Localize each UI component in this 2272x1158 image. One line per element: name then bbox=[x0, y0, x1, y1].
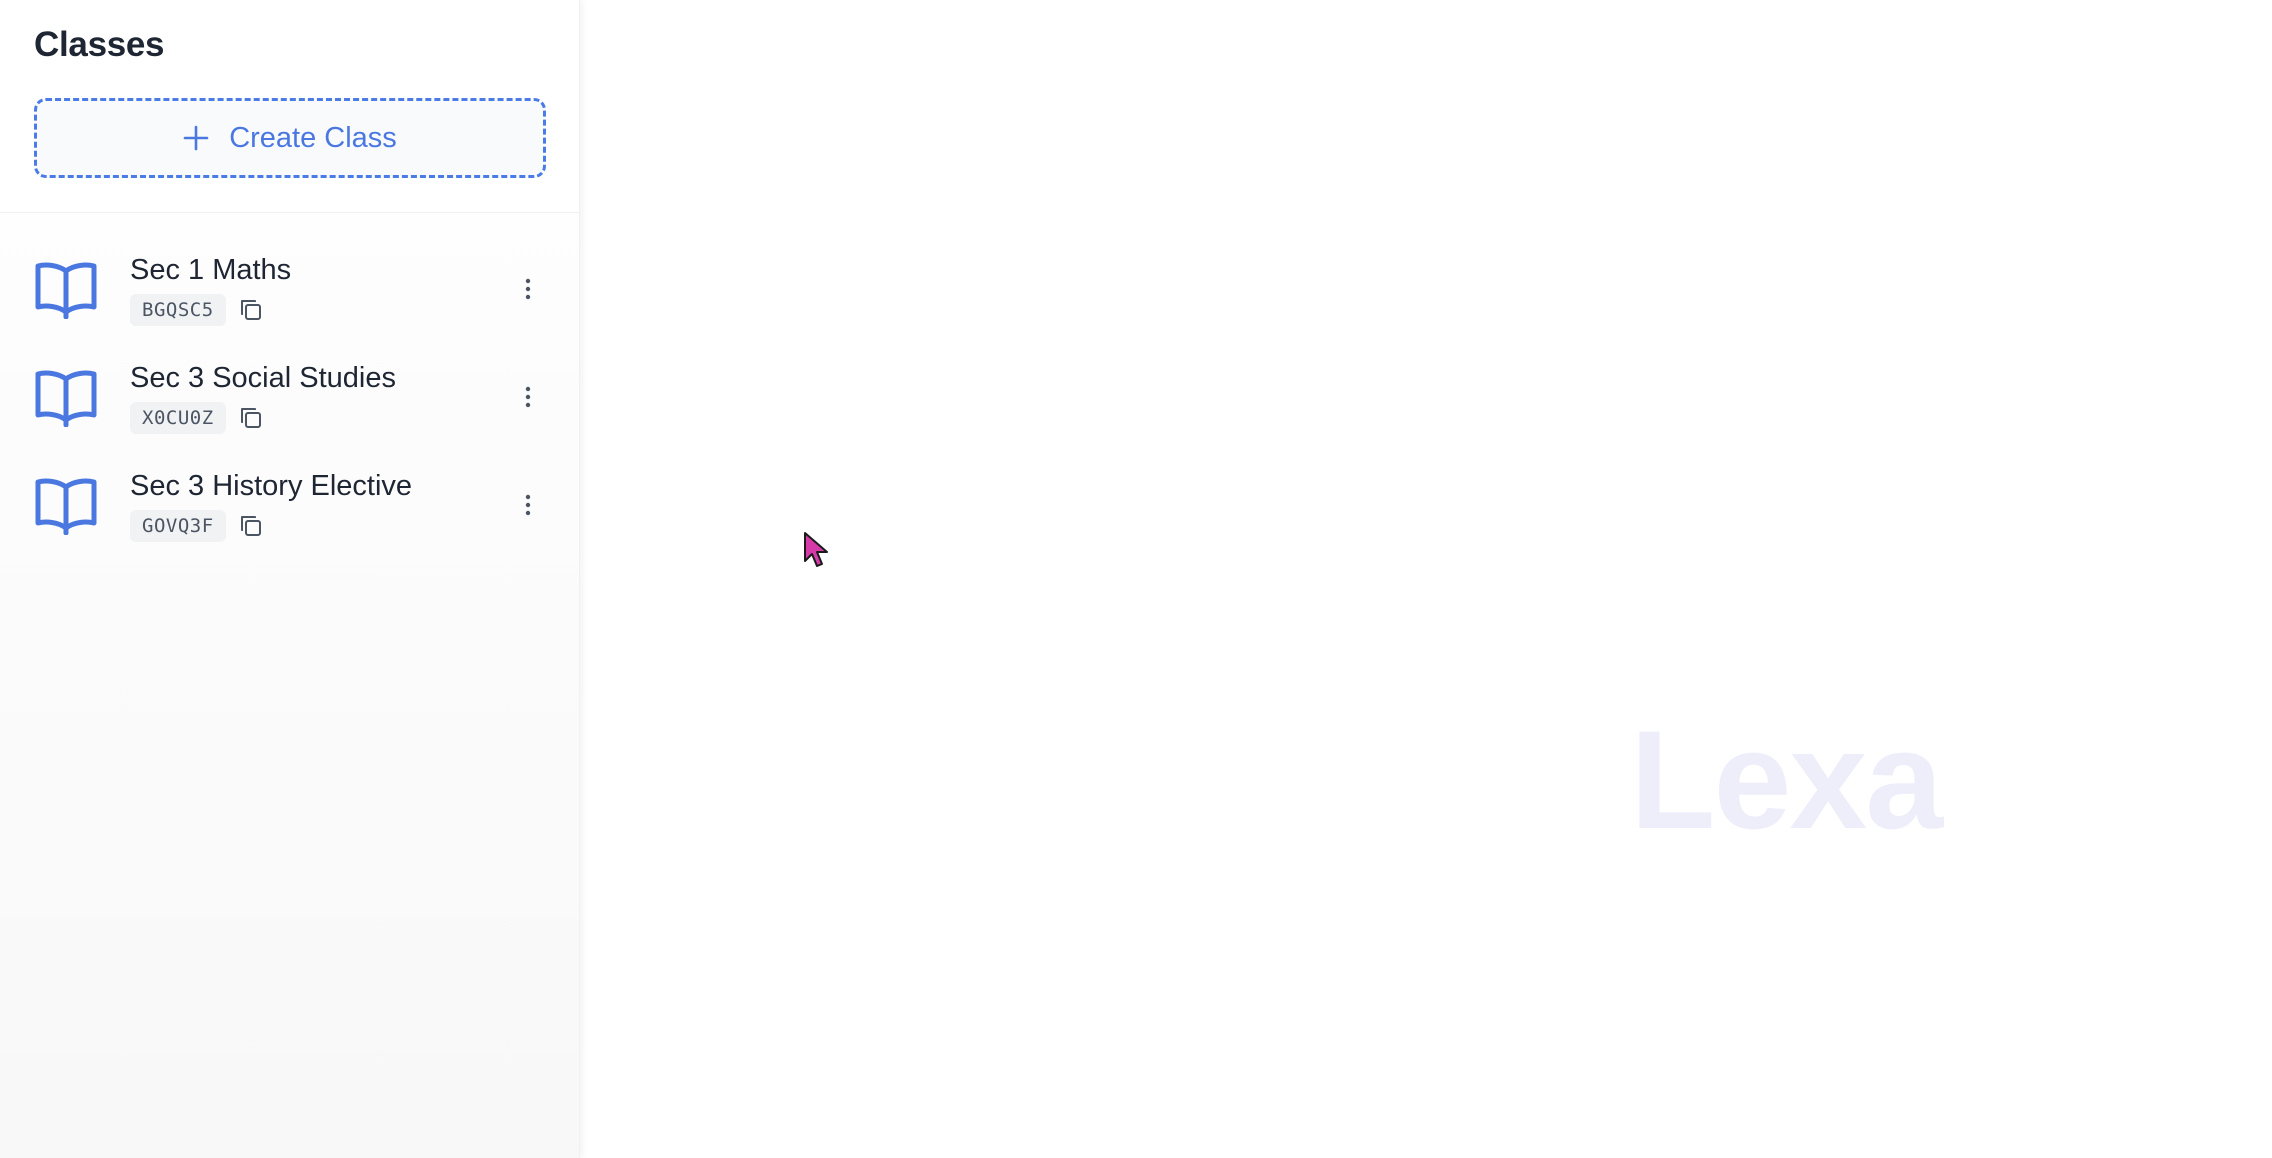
class-list-item[interactable]: Sec 1 Maths BGQSC5 bbox=[0, 235, 579, 343]
classes-sidebar: Classes Create Class Sec 1 Maths BGQSC5 bbox=[0, 0, 580, 1158]
create-class-button[interactable]: Create Class bbox=[34, 98, 546, 178]
more-vertical-icon bbox=[525, 494, 531, 516]
class-code-badge: GOVQ3F bbox=[130, 510, 226, 542]
class-options-button[interactable] bbox=[511, 380, 545, 414]
class-list-item[interactable]: Sec 3 Social Studies X0CU0Z bbox=[0, 343, 579, 451]
class-list: Sec 1 Maths BGQSC5 Sec 3 Social Studies … bbox=[0, 213, 579, 559]
class-info: Sec 3 Social Studies X0CU0Z bbox=[130, 360, 511, 434]
class-name[interactable]: Sec 3 History Elective bbox=[130, 468, 511, 504]
more-vertical-icon bbox=[525, 278, 531, 300]
plus-icon bbox=[183, 125, 209, 151]
class-list-item[interactable]: Sec 3 History Elective GOVQ3F bbox=[0, 451, 579, 559]
open-book-icon bbox=[35, 370, 97, 427]
class-code-row: X0CU0Z bbox=[130, 402, 511, 434]
class-code-row: GOVQ3F bbox=[130, 510, 511, 542]
open-book-icon bbox=[35, 478, 97, 535]
mouse-cursor-icon bbox=[804, 532, 828, 567]
app-root: Classes Create Class Sec 1 Maths BGQSC5 bbox=[0, 0, 2272, 1158]
open-book-icon bbox=[35, 262, 97, 319]
class-name[interactable]: Sec 3 Social Studies bbox=[130, 360, 511, 396]
class-code-row: BGQSC5 bbox=[130, 294, 511, 326]
class-options-button[interactable] bbox=[511, 272, 545, 306]
class-options-button[interactable] bbox=[511, 488, 545, 522]
copy-icon[interactable] bbox=[238, 297, 264, 323]
class-code-badge: X0CU0Z bbox=[130, 402, 226, 434]
lexa-watermark: Lexa bbox=[1630, 701, 1943, 858]
class-code-badge: BGQSC5 bbox=[130, 294, 226, 326]
sidebar-header: Classes Create Class bbox=[0, 0, 579, 213]
copy-icon[interactable] bbox=[238, 513, 264, 539]
more-vertical-icon bbox=[525, 386, 531, 408]
create-class-label: Create Class bbox=[229, 121, 397, 154]
class-info: Sec 1 Maths BGQSC5 bbox=[130, 252, 511, 326]
class-name[interactable]: Sec 1 Maths bbox=[130, 252, 511, 288]
class-info: Sec 3 History Elective GOVQ3F bbox=[130, 468, 511, 542]
sidebar-title: Classes bbox=[34, 25, 165, 64]
copy-icon[interactable] bbox=[238, 405, 264, 431]
main-content-area: Lexa bbox=[580, 0, 2272, 1158]
